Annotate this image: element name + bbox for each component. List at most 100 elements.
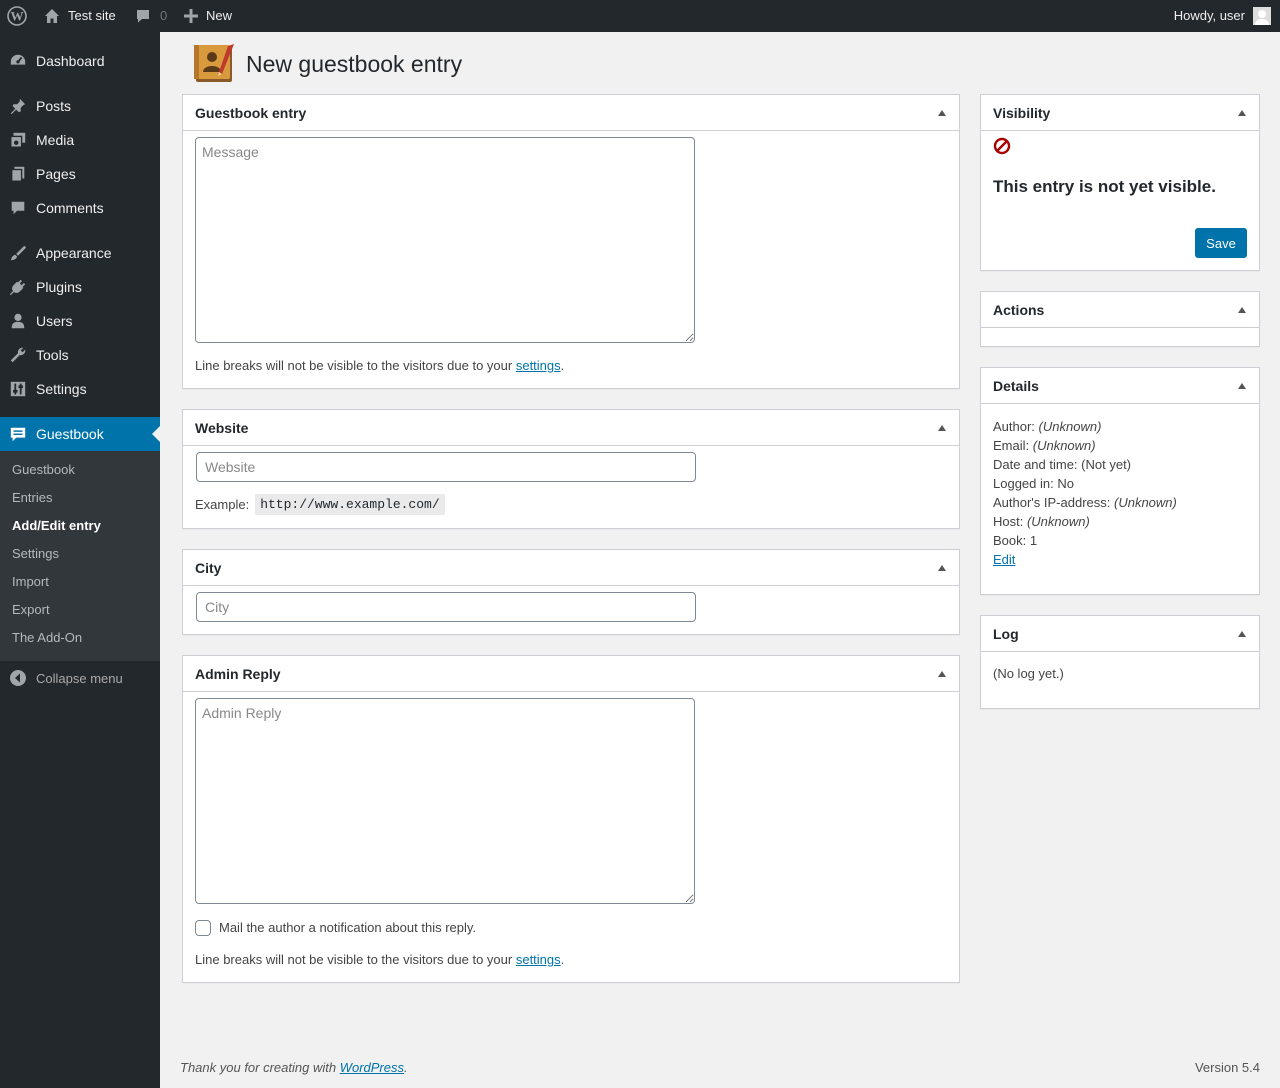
detail-label: Author's IP-address:: [993, 495, 1111, 510]
website-input[interactable]: [196, 452, 696, 482]
city-header[interactable]: City: [183, 550, 959, 586]
details-title: Details: [993, 377, 1039, 394]
menu-item-users[interactable]: Users: [0, 304, 160, 338]
submenu-item-export[interactable]: Export: [12, 600, 50, 620]
menu-item-comments[interactable]: Comments: [0, 191, 160, 225]
collapse-toggle-icon[interactable]: [938, 110, 946, 116]
detail-ip: Author's IP-address: (Unknown): [993, 493, 1177, 512]
submenu-item-the-add-on[interactable]: The Add-On: [12, 628, 82, 648]
detail-author: Author: (Unknown): [993, 417, 1177, 436]
collapse-toggle-icon[interactable]: [938, 671, 946, 677]
pin-icon: [0, 97, 36, 115]
details-list: Author: (Unknown) Email: (Unknown) Date …: [993, 417, 1177, 569]
comments-count: 0: [160, 8, 168, 23]
note-text: Line breaks will not be visible to the v…: [195, 952, 516, 967]
line-break-note: Line breaks will not be visible to the v…: [195, 952, 564, 967]
note-text: Line breaks will not be visible to the v…: [195, 358, 516, 373]
wordpress-link[interactable]: WordPress: [340, 1060, 404, 1075]
menu-label-plugins: Plugins: [36, 279, 82, 295]
detail-edit: Edit: [993, 550, 1177, 569]
menu-item-pages[interactable]: Pages: [0, 157, 160, 191]
line-break-note: Line breaks will not be visible to the v…: [195, 358, 564, 373]
submenu-item-settings[interactable]: Settings: [12, 544, 59, 564]
menu-label-tools: Tools: [36, 347, 69, 363]
note-suffix: .: [560, 358, 565, 373]
detail-label: Email:: [993, 438, 1030, 453]
wordpress-logo-icon[interactable]: W: [7, 0, 27, 32]
submenu-item-guestbook[interactable]: Guestbook: [12, 460, 75, 480]
page-header: New guestbook entry: [190, 42, 462, 87]
my-account-link[interactable]: Howdy, user: [1174, 0, 1271, 32]
detail-label: Date and time:: [993, 457, 1078, 472]
detail-value: (Unknown): [1032, 438, 1096, 453]
edit-link[interactable]: Edit: [993, 552, 1015, 567]
mail-author-checkbox[interactable]: [195, 920, 211, 936]
guestbook-entry-header[interactable]: Guestbook entry: [183, 95, 959, 131]
collapse-arrow-icon: [0, 669, 36, 687]
admin-reply-textarea[interactable]: [195, 698, 695, 904]
site-name-link[interactable]: Test site: [44, 0, 116, 32]
admin-reply-title: Admin Reply: [195, 665, 281, 682]
menu-item-posts[interactable]: Posts: [0, 89, 160, 123]
detail-value: (Unknown): [1114, 495, 1177, 510]
menu-item-guestbook[interactable]: Guestbook: [0, 417, 160, 451]
new-content-link[interactable]: New: [184, 0, 232, 32]
website-box: Website Example: http://www.example.com/: [182, 409, 960, 529]
collapse-toggle-icon[interactable]: [1238, 110, 1246, 116]
submenu-item-entries[interactable]: Entries: [12, 488, 52, 508]
settings-link[interactable]: settings: [516, 358, 561, 373]
detail-value: 1: [1029, 533, 1038, 548]
menu-item-dashboard[interactable]: Dashboard: [0, 44, 160, 78]
media-icon: [0, 131, 36, 149]
save-button[interactable]: Save: [1195, 228, 1247, 258]
collapse-toggle-icon[interactable]: [938, 425, 946, 431]
footer-thanks-text: Thank you for creating with: [180, 1060, 340, 1075]
guestbook-book-icon: [190, 42, 238, 87]
admin-reply-box: Admin Reply Mail the author a notificati…: [182, 655, 960, 983]
comment-bubble-icon: [0, 199, 36, 217]
admin-bar: W Test site 0 New Howdy, user: [0, 0, 1280, 32]
menu-label-media: Media: [36, 132, 75, 148]
plug-icon: [0, 278, 36, 296]
collapse-toggle-icon[interactable]: [1238, 307, 1246, 313]
menu-item-plugins[interactable]: Plugins: [0, 270, 160, 304]
not-visible-icon: [993, 137, 1011, 158]
city-box: City: [182, 549, 960, 635]
comment-bubble-icon: [135, 8, 151, 24]
dashboard-icon: [0, 52, 36, 70]
visibility-header[interactable]: Visibility: [981, 95, 1259, 131]
city-input[interactable]: [196, 592, 696, 622]
detail-label: Host:: [993, 514, 1024, 529]
admin-reply-header[interactable]: Admin Reply: [183, 656, 959, 692]
collapse-toggle-icon[interactable]: [938, 565, 946, 571]
detail-value: (Unknown): [1038, 419, 1102, 434]
collapse-toggle-icon[interactable]: [1238, 383, 1246, 389]
guestbook-icon: [0, 425, 36, 443]
website-header[interactable]: Website: [183, 410, 959, 446]
menu-item-appearance[interactable]: Appearance: [0, 236, 160, 270]
submenu-item-add-edit-entry[interactable]: Add/Edit entry: [12, 516, 101, 536]
page-title: New guestbook entry: [246, 51, 463, 77]
footer-thanks-suffix: .: [404, 1060, 408, 1075]
website-title: Website: [195, 419, 249, 436]
detail-value: No: [1057, 476, 1074, 491]
menu-item-media[interactable]: Media: [0, 123, 160, 157]
menu-item-settings[interactable]: Settings: [0, 372, 160, 406]
example-value: http://www.example.com/: [255, 494, 445, 515]
mail-author-label[interactable]: Mail the author a notification about thi…: [219, 920, 476, 935]
collapse-menu-button[interactable]: Collapse menu: [0, 666, 160, 690]
comments-link[interactable]: 0: [135, 0, 167, 32]
log-box: Log (No log yet.): [980, 615, 1260, 709]
menu-label-comments: Comments: [36, 200, 104, 216]
footer-version: Version 5.4: [1194, 1060, 1260, 1075]
log-content: (No log yet.): [993, 666, 1064, 681]
menu-label-appearance: Appearance: [36, 245, 112, 261]
submenu-item-import[interactable]: Import: [12, 572, 49, 592]
message-textarea[interactable]: [195, 137, 695, 343]
settings-link[interactable]: settings: [516, 952, 561, 967]
collapse-toggle-icon[interactable]: [1238, 631, 1246, 637]
actions-header[interactable]: Actions: [981, 292, 1259, 328]
details-header[interactable]: Details: [981, 368, 1259, 404]
menu-item-tools[interactable]: Tools: [0, 338, 160, 372]
log-header[interactable]: Log: [981, 616, 1259, 652]
